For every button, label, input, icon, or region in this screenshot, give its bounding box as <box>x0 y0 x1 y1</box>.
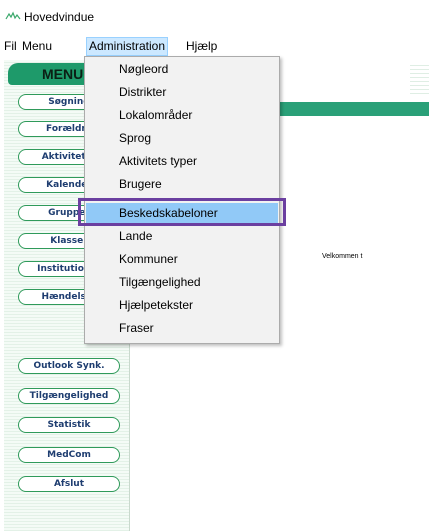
title-bar: Hovedvindue <box>0 0 429 34</box>
menu-item-hjaelpetekster[interactable]: Hjælpetekster <box>86 295 278 316</box>
highlight-annotation-box <box>78 198 286 226</box>
menu-fil[interactable]: Fil <box>2 38 19 55</box>
welcome-text: Velkommen t <box>322 253 363 260</box>
menu-item-lokalomraader[interactable]: Lokalområder <box>86 105 278 126</box>
app-icon <box>5 11 21 20</box>
nav-button-tilgaengelighed[interactable]: Tilgængelighed <box>18 388 120 404</box>
window-title: Hovedvindue <box>24 10 95 24</box>
menu-menu[interactable]: Menu <box>20 38 54 55</box>
menu-item-tilgaengelighed[interactable]: Tilgængelighed <box>86 272 278 293</box>
menu-item-noegleord[interactable]: Nøgleord <box>86 59 278 80</box>
nav-button-afslut[interactable]: Afslut <box>18 476 120 492</box>
header-lines <box>410 65 429 95</box>
menu-item-lande[interactable]: Lande <box>86 226 278 247</box>
menu-bar: Fil Menu Administration Hjælp <box>0 36 429 56</box>
nav-button-outlook-synk[interactable]: Outlook Synk. <box>18 358 120 374</box>
menu-item-brugere[interactable]: Brugere <box>86 174 278 195</box>
menu-administration[interactable]: Administration <box>86 37 169 56</box>
menu-item-distrikter[interactable]: Distrikter <box>86 82 278 103</box>
menu-item-sprog[interactable]: Sprog <box>86 128 278 149</box>
menu-item-fraser[interactable]: Fraser <box>86 318 278 339</box>
menu-hjaelp[interactable]: Hjælp <box>184 38 219 55</box>
nav-button-medcom[interactable]: MedCom <box>18 447 120 463</box>
nav-button-statistik[interactable]: Statistik <box>18 417 120 433</box>
menu-item-kommuner[interactable]: Kommuner <box>86 249 278 270</box>
menu-item-aktivitets-typer[interactable]: Aktivitets typer <box>86 151 278 172</box>
